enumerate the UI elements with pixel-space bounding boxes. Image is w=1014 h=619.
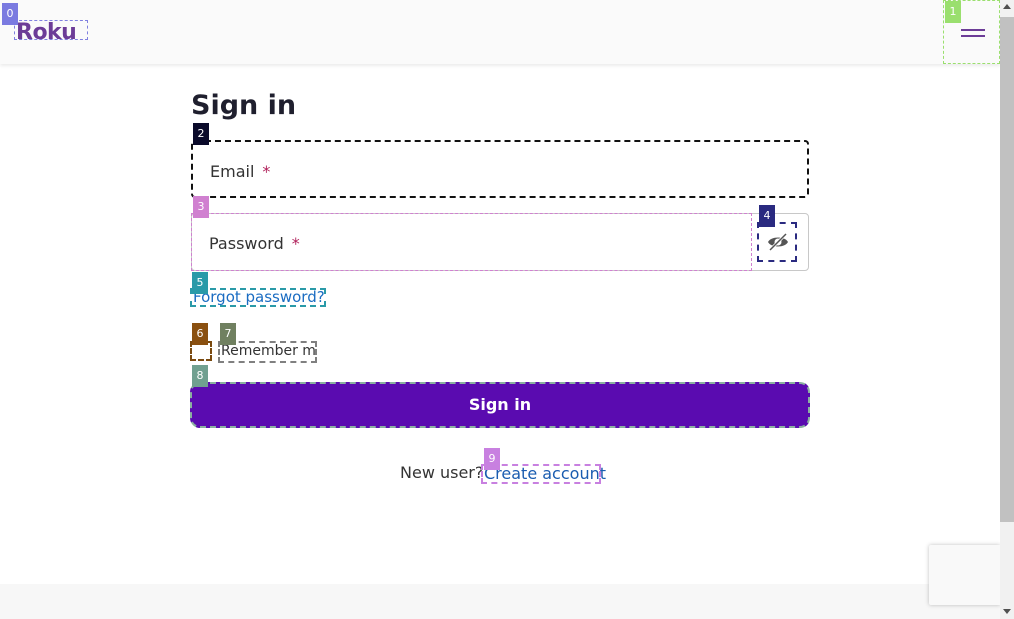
annotation-tag: 2	[193, 123, 209, 145]
annotation-tag: 4	[759, 205, 775, 227]
recaptcha-badge[interactable]	[929, 545, 1000, 605]
hamburger-icon	[961, 29, 985, 41]
toggle-password-visibility-button[interactable]	[757, 222, 797, 262]
email-field[interactable]: Email *	[191, 140, 809, 198]
annotation-tag: 1	[945, 1, 961, 23]
scroll-up-arrow-icon[interactable]	[1003, 4, 1011, 9]
annotation-tag: 9	[484, 448, 500, 470]
site-header	[0, 0, 1000, 64]
page-title: Sign in	[191, 90, 297, 121]
annotation-tag: 7	[220, 323, 236, 345]
annotation-tag: 0	[2, 3, 18, 25]
roku-logo[interactable]: Roku	[14, 14, 78, 45]
annotation-tag: 5	[192, 272, 208, 294]
scrollbar-thumb[interactable]	[1000, 17, 1014, 522]
eye-slash-icon	[768, 233, 788, 251]
forgot-password-link[interactable]: Forgot password?	[190, 288, 326, 307]
new-user-text: New user?	[400, 463, 484, 482]
annotation-tag: 3	[193, 196, 209, 218]
scroll-down-arrow-icon[interactable]	[1003, 609, 1011, 614]
annotation-tag: 6	[192, 323, 208, 345]
sign-in-button[interactable]: Sign in	[190, 382, 810, 428]
password-field[interactable]: Password *	[191, 213, 809, 271]
footer	[0, 584, 1000, 619]
annotation-tag: 8	[192, 365, 208, 387]
